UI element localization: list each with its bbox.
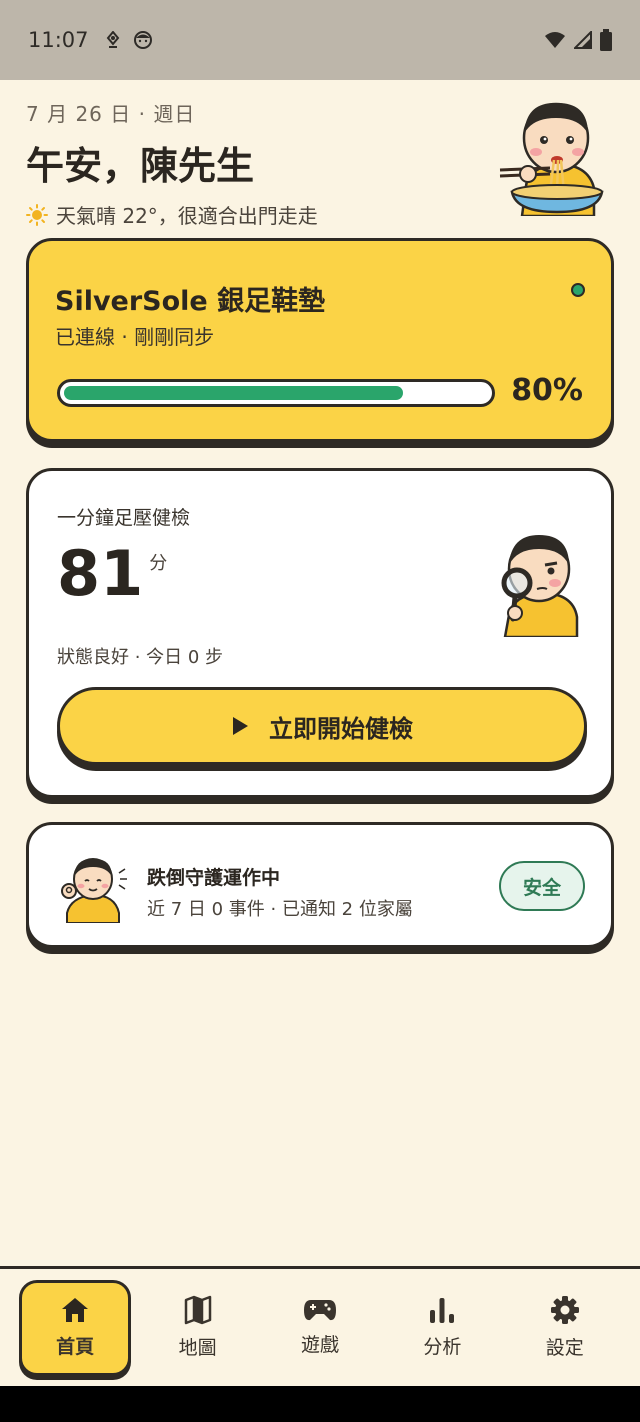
- device-status: 已連線 · 剛剛同步: [55, 325, 215, 349]
- location-icon: [106, 31, 119, 48]
- gear-icon: [550, 1296, 579, 1324]
- home-icon: [62, 1298, 89, 1322]
- wifi-icon: [545, 32, 565, 48]
- status-bar: 11:07: [0, 0, 640, 80]
- status-left-icons: [105, 30, 153, 50]
- avatar-magnifier: [501, 535, 579, 637]
- gesture-bar: [0, 1386, 640, 1422]
- health-score-value: 81: [57, 537, 144, 610]
- nav-map-label: 地圖: [178, 1337, 217, 1359]
- weather-text: 天氣晴 22°，很適合出門走走: [56, 204, 318, 228]
- health-score: 81 分: [57, 543, 167, 605]
- sun-icon: [26, 203, 48, 226]
- bottom-nav: 首頁 地圖 遊戲 分析 設定: [0, 1266, 640, 1386]
- avatar-ok-gesture: [61, 858, 127, 923]
- nav-settings-label: 設定: [545, 1337, 584, 1359]
- online-status-dot: [571, 283, 585, 297]
- start-check-button[interactable]: 立即開始健檢: [57, 687, 587, 765]
- bar-chart-icon: [430, 1298, 455, 1323]
- battery-bar-fill: [64, 386, 403, 400]
- avatar-eating-noodles: [499, 102, 604, 216]
- fall-guard-subtitle: 近 7 日 0 事件 · 已通知 2 位家屬: [147, 899, 413, 920]
- play-icon: [233, 717, 248, 735]
- start-check-label: 立即開始健檢: [269, 714, 413, 743]
- nav-home[interactable]: 首頁: [19, 1279, 132, 1376]
- device-card[interactable]: SilverSole 銀足鞋墊 已連線 · 剛剛同步 80%: [26, 238, 614, 442]
- nav-games-label: 遊戲: [300, 1334, 339, 1356]
- safe-status-badge: 安全: [499, 861, 585, 911]
- nav-analysis-label: 分析: [423, 1336, 462, 1358]
- battery-percent: 80%: [511, 373, 583, 408]
- status-time: 11:07: [28, 28, 89, 52]
- foot-pressure-check-card: 一分鐘足壓健檢 81 分 狀態良好 · 今日 0 步 立即開始健檢: [26, 468, 614, 798]
- face-icon: [133, 31, 152, 49]
- health-score-unit: 分: [149, 553, 168, 574]
- map-icon: [184, 1295, 211, 1325]
- gamepad-icon: [303, 1300, 336, 1321]
- device-name: SilverSole 銀足鞋墊: [55, 286, 326, 317]
- nav-home-label: 首頁: [56, 1336, 95, 1358]
- health-check-title: 一分鐘足壓健檢: [57, 507, 191, 529]
- health-check-subtitle: 狀態良好 · 今日 0 步: [57, 647, 224, 668]
- nav-analysis[interactable]: 分析: [386, 1280, 498, 1376]
- fall-guard-title: 跌倒守護運作中: [147, 867, 281, 889]
- signal-icon: [574, 31, 592, 49]
- fall-guard-card[interactable]: 跌倒守護運作中 近 7 日 0 事件 · 已通知 2 位家屬 安全: [26, 822, 614, 948]
- battery-bar: [57, 379, 495, 407]
- battery-icon: [600, 29, 612, 51]
- status-right-icons: [544, 29, 612, 51]
- nav-map[interactable]: 地圖: [142, 1280, 254, 1376]
- nav-games[interactable]: 遊戲: [264, 1280, 376, 1376]
- home-header: 7 月 26 日 · 週日 午安，陳先生 天氣晴 22°，很適合出門走走: [26, 98, 616, 228]
- nav-settings[interactable]: 設定: [509, 1280, 621, 1376]
